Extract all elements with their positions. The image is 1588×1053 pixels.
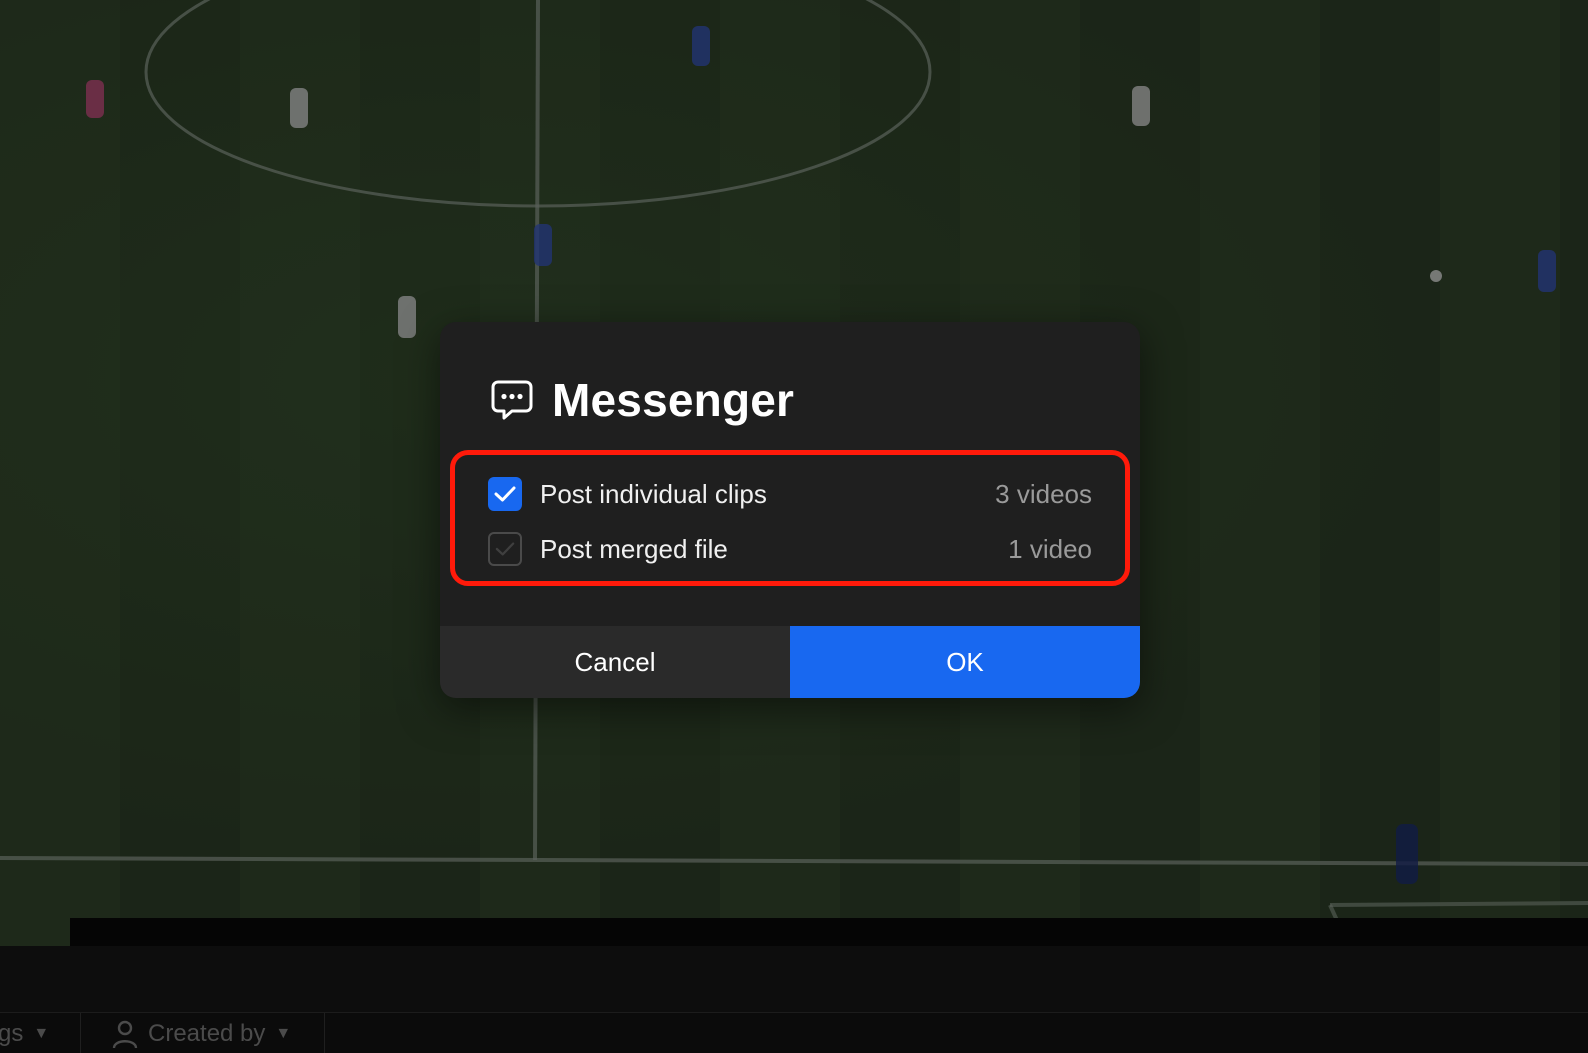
option-post-merged-file[interactable]: Post merged file 1 video [488,529,1092,569]
option-label: Post merged file [540,533,728,564]
dialog-buttons: Cancel OK [440,626,1140,698]
dialog-title: Messenger [552,374,795,426]
checkmark-icon [494,486,516,502]
filter-divider [80,1013,81,1053]
option-count: 3 videos [995,478,1092,509]
dialog-header: Messenger [490,370,794,430]
filter-tags[interactable]: gs ▼ [0,1016,49,1052]
filter-divider [324,1013,325,1053]
letterbox-bar [70,918,1588,946]
filter-created-by[interactable]: Created by ▼ [112,1016,291,1052]
chat-bubble-dots-icon [490,378,534,422]
caret-down-icon: ▼ [33,1025,50,1042]
merged-file-checkbox[interactable] [488,532,522,566]
option-label: Post individual clips [540,478,767,509]
caret-down-icon: ▼ [275,1025,292,1042]
ok-button[interactable]: OK [790,626,1140,698]
filter-created-by-label: Created by [148,1020,266,1047]
app-stage: gs ▼ Created by ▼ Messenger Post individ… [0,0,1588,1053]
messenger-dialog: Messenger Post individual clips 3 videos… [440,322,1140,698]
person-icon [112,1020,138,1049]
option-count: 1 video [1008,533,1092,564]
checkmark-icon [495,542,515,556]
cancel-button[interactable]: Cancel [440,626,790,698]
timeline-bar [0,946,1588,1013]
option-post-individual-clips[interactable]: Post individual clips 3 videos [488,474,1092,514]
filter-tags-label: gs [0,1020,24,1047]
individual-clips-checkbox[interactable] [488,477,522,511]
